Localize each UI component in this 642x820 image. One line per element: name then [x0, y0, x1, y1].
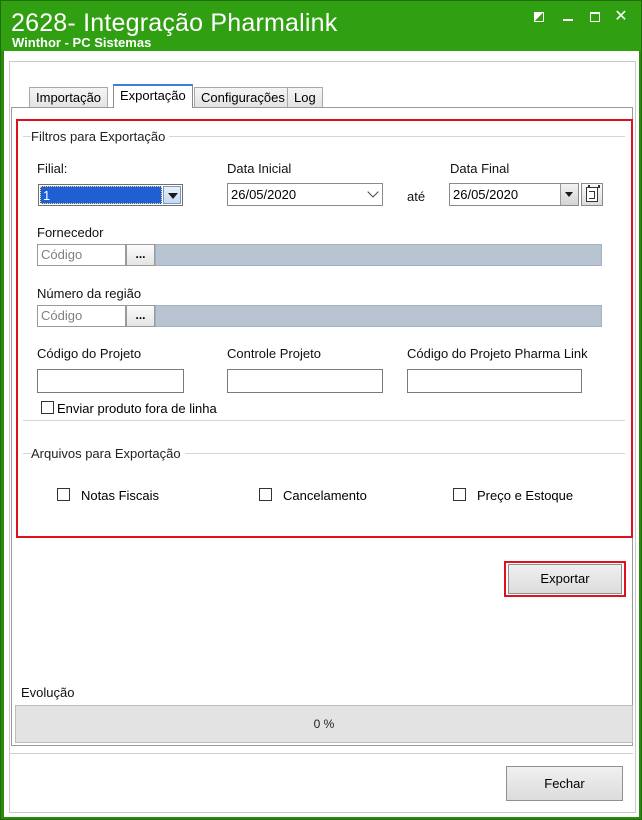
close-icon[interactable]: ✕: [613, 9, 629, 25]
title-bar[interactable]: 2628- Integração Pharmalink Winthor - PC…: [1, 1, 641, 51]
fechar-button[interactable]: Fechar: [506, 766, 623, 801]
exportar-highlight-box: [504, 561, 626, 597]
tab-configuracoes[interactable]: Configurações: [194, 87, 292, 108]
tab-exportacao[interactable]: Exportação: [113, 84, 193, 108]
tab-log[interactable]: Log: [287, 87, 323, 108]
maximize-icon[interactable]: [587, 9, 603, 25]
filters-highlight-box: [16, 119, 633, 538]
evolucao-label: Evolução: [21, 685, 75, 700]
minimize-icon[interactable]: [560, 9, 576, 25]
window-title: 2628- Integração Pharmalink: [11, 9, 338, 37]
bottom-separator: [10, 753, 633, 754]
tab-importacao[interactable]: Importação: [29, 87, 109, 108]
progress-text: 0 %: [313, 717, 335, 731]
restore-icon[interactable]: [531, 9, 547, 25]
progress-bar: 0 %: [15, 705, 633, 743]
app-window: 2628- Integração Pharmalink Winthor - PC…: [0, 0, 642, 820]
window-subtitle: Winthor - PC Sistemas: [12, 35, 152, 50]
